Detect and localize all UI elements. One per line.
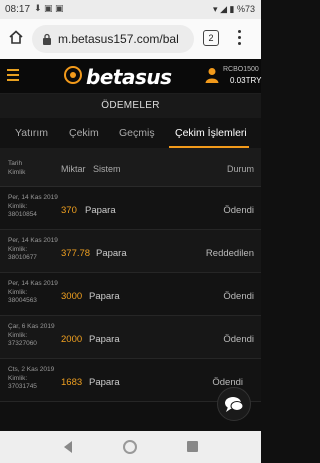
- row-id-label: Kimlik:: [8, 374, 28, 382]
- row-status: Reddedilen: [205, 248, 254, 259]
- row-date: Per, 14 Kas 2019: [8, 237, 58, 244]
- tab-switcher-button[interactable]: 2: [203, 30, 219, 46]
- row-date: Çar, 6 Kas 2019: [8, 323, 55, 330]
- row-date-id: Per, 14 Kas 2019 Kimlik: 38010854: [8, 194, 58, 224]
- address-bar[interactable]: m.betasus157.com/bal: [32, 25, 194, 53]
- balance: 0.03TRY: [230, 76, 262, 85]
- tab-cekim[interactable]: Çekim: [69, 127, 99, 139]
- table-row[interactable]: Per, 14 Kas 2019 Kimlik: 38010677 377.78…: [0, 230, 261, 273]
- row-status: Ödendi: [223, 205, 254, 216]
- status-time: 08:17: [5, 4, 31, 15]
- row-id: 37031745: [8, 383, 37, 390]
- row-amount: 3000: [61, 291, 83, 302]
- status-right: ▾ ◢ ▮ %73: [213, 4, 255, 15]
- notification-icons: ⬇ ▣ ▣: [34, 3, 64, 13]
- table-header: Tarih Kimlik Miktar Sistem Durum: [0, 148, 261, 187]
- row-amount: 377.78: [61, 248, 91, 259]
- site-header: betasus RCBO1500 0.03TRY: [0, 59, 261, 94]
- home-circle-icon[interactable]: [123, 440, 137, 454]
- table-row[interactable]: Per, 14 Kas 2019 Kimlik: 38010854 370 Pa…: [0, 187, 261, 230]
- row-status: Ödendi: [212, 377, 243, 388]
- row-system: Papara: [96, 248, 127, 259]
- tab-cekim-islemleri[interactable]: Çekim İşlemleri: [175, 127, 247, 139]
- signal-icon: ◢: [220, 4, 227, 14]
- logo-text: betasus: [86, 65, 172, 89]
- row-amount: 1683: [61, 377, 83, 388]
- table-row[interactable]: Per, 14 Kas 2019 Kimlik: 38004563 3000 P…: [0, 273, 261, 316]
- hamburger-menu-icon[interactable]: [7, 69, 19, 81]
- header-miktar: Miktar: [61, 164, 86, 174]
- row-system: Papara: [89, 377, 120, 388]
- row-date: Per, 14 Kas 2019: [8, 194, 58, 201]
- tab-gecmis[interactable]: Geçmiş: [119, 127, 155, 139]
- row-id: 38010854: [8, 211, 37, 218]
- row-amount: 370: [61, 205, 77, 216]
- status-bar: 08:17 ⬇ ▣ ▣ ▾ ◢ ▮ %73: [0, 0, 261, 19]
- live-chat-button[interactable]: [217, 387, 251, 421]
- row-id: 38004563: [8, 297, 37, 304]
- row-date-id: Per, 14 Kas 2019 Kimlik: 38010677: [8, 237, 58, 267]
- system-nav-bar: [0, 431, 261, 463]
- row-system: Papara: [85, 205, 116, 216]
- username: RCBO1500: [223, 66, 259, 73]
- battery-percent: %73: [236, 4, 255, 14]
- row-id-label: Kimlik:: [8, 331, 28, 339]
- chat-icon: [225, 397, 244, 412]
- back-icon[interactable]: [61, 440, 75, 454]
- header-tarih: Tarih: [8, 160, 23, 167]
- page-title: ÖDEMELER: [0, 94, 261, 118]
- row-system: Papara: [89, 334, 120, 345]
- row-id: 37327060: [8, 340, 37, 347]
- row-id-label: Kimlik:: [8, 202, 28, 210]
- header-date-id: Tarih Kimlik: [8, 159, 25, 177]
- header-kimlik: Kimlik: [8, 169, 26, 176]
- row-date-id: Per, 14 Kas 2019 Kimlik: 38004563: [8, 280, 58, 310]
- url-text: m.betasus157.com/bal: [58, 32, 179, 46]
- row-date-id: Cts, 2 Kas 2019 Kimlik: 37031745: [8, 366, 58, 396]
- header-sistem: Sistem: [93, 164, 121, 174]
- battery-icon: ▮: [229, 4, 235, 14]
- wifi-icon: ▾: [213, 4, 218, 14]
- lock-icon: [43, 33, 51, 45]
- row-id-label: Kimlik:: [8, 288, 28, 296]
- recent-apps-icon[interactable]: [187, 441, 198, 452]
- row-system: Papara: [89, 291, 120, 302]
- logo-mark-icon: [64, 66, 82, 84]
- header-durum: Durum: [226, 164, 254, 174]
- menu-kebab-icon[interactable]: [234, 28, 244, 48]
- tab-yatirim[interactable]: Yatırım: [15, 127, 48, 139]
- row-status: Ödendi: [223, 291, 254, 302]
- payment-tabs: Yatırım Çekim Geçmiş Çekim İşlemleri: [0, 118, 261, 148]
- row-id-label: Kimlik:: [8, 245, 28, 253]
- row-date-id: Çar, 6 Kas 2019 Kimlik: 37327060: [8, 323, 58, 353]
- row-amount: 2000: [61, 334, 83, 345]
- browser-toolbar: m.betasus157.com/bal 2: [0, 19, 261, 60]
- row-date: Per, 14 Kas 2019: [8, 280, 58, 287]
- user-icon[interactable]: [205, 67, 219, 83]
- row-id: 38010677: [8, 254, 37, 261]
- home-icon[interactable]: [8, 29, 24, 45]
- row-date: Cts, 2 Kas 2019: [8, 366, 55, 373]
- row-status: Ödendi: [223, 334, 254, 345]
- table-row[interactable]: Çar, 6 Kas 2019 Kimlik: 37327060 2000 Pa…: [0, 316, 261, 359]
